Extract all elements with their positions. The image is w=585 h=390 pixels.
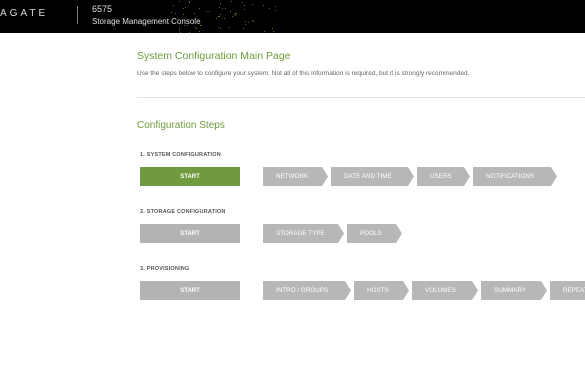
header-speckle [243, 8, 245, 10]
section-label-system-configuration: 1. SYSTEM CONFIGURATION [140, 152, 221, 158]
step-storage-type[interactable]: STORAGE TYPE [263, 224, 344, 243]
start-button-provisioning[interactable]: START [140, 281, 240, 300]
header-speckle [220, 27, 222, 29]
header-speckle [273, 31, 275, 33]
step-row-storage-configuration: STORAGE TYPE POOLS [263, 224, 405, 243]
step-users[interactable]: USERS [417, 167, 470, 186]
header-speckle [221, 7, 223, 9]
header-speckle [216, 17, 218, 19]
step-row-system-configuration: NETWORK DATE AND TIME USERS NOTIFICATION… [263, 167, 560, 186]
header-speckle [196, 28, 198, 30]
header-speckle [268, 8, 270, 10]
step-summary[interactable]: SUMMARY [481, 281, 547, 300]
header-speckle [230, 10, 232, 12]
step-date-and-time[interactable]: DATE AND TIME [331, 167, 414, 186]
header-speckle [188, 31, 190, 33]
header-speckle [218, 26, 220, 28]
header-speckle [183, 25, 185, 27]
header-speckle [208, 11, 210, 13]
header-speckle [219, 7, 221, 9]
step-notifications[interactable]: NOTIFICATIONS [473, 167, 557, 186]
header-speckle [218, 15, 220, 17]
header-speckle [170, 11, 172, 13]
header-speckle [183, 14, 185, 16]
header-speckle [231, 15, 233, 17]
start-button-system-configuration[interactable]: START [140, 167, 240, 186]
header-speckle [244, 20, 246, 22]
header-speckle [224, 7, 226, 9]
header-speckle [236, 12, 238, 14]
header-speckle [205, 11, 207, 13]
header-speckle [199, 30, 201, 32]
brand-logo-text: AGATE [0, 8, 49, 19]
header-speckle [229, 26, 231, 28]
section-divider [137, 97, 585, 98]
header-speckle [264, 30, 266, 32]
header-speckle [219, 14, 221, 16]
header-speckle [172, 4, 174, 6]
header-speckle [186, 24, 188, 26]
header-speckle [195, 26, 197, 28]
top-header: AGATE 6575 Storage Management Console [0, 0, 585, 33]
configuration-steps-heading: Configuration Steps [137, 120, 225, 131]
header-speckle [175, 13, 177, 15]
header-speckle [247, 22, 249, 24]
header-speckle [178, 29, 180, 31]
step-intro-groups[interactable]: INTRO / GROUPS [263, 281, 351, 300]
page-description: Use the steps below to configure your sy… [137, 70, 470, 77]
header-speckle [243, 5, 245, 7]
system-model: 6575 [92, 4, 113, 14]
header-speckle [199, 24, 201, 26]
header-speckle [245, 23, 247, 25]
header-divider [77, 6, 78, 24]
header-speckle [275, 6, 277, 8]
header-speckle [201, 25, 203, 26]
header-speckle [179, 31, 181, 33]
header-speckle [251, 4, 253, 6]
step-repeat[interactable]: REPEAT [550, 281, 585, 300]
header-speckle [188, 1, 190, 3]
header-speckle [199, 7, 201, 9]
step-volumes[interactable]: VOLUMES [412, 281, 478, 300]
page-title: System Configuration Main Page [137, 50, 291, 62]
header-speckle [242, 2, 244, 4]
header-speckle [178, 0, 180, 2]
header-speckle [193, 12, 195, 14]
step-pools[interactable]: POOLS [347, 224, 402, 243]
start-button-storage-configuration[interactable]: START [140, 224, 240, 243]
header-speckle [275, 10, 277, 12]
header-speckle [253, 20, 255, 22]
section-label-provisioning: 3. PROVISIONING [140, 266, 190, 272]
header-speckle [230, 0, 232, 2]
section-label-storage-configuration: 2. STORAGE CONFIGURATION [140, 209, 226, 215]
header-speckle [252, 20, 254, 22]
header-speckle [242, 27, 244, 29]
header-speckle [219, 2, 221, 4]
header-speckle [271, 27, 273, 29]
step-row-provisioning: INTRO / GROUPS HOSTS VOLUMES SUMMARY REP… [263, 281, 585, 300]
header-speckle [182, 7, 184, 9]
step-network[interactable]: NETWORK [263, 167, 328, 186]
header-speckle [184, 7, 186, 9]
header-speckle [262, 4, 264, 6]
step-hosts[interactable]: HOSTS [354, 281, 409, 300]
header-speckle [234, 15, 236, 16]
header-speckle [223, 17, 225, 19]
